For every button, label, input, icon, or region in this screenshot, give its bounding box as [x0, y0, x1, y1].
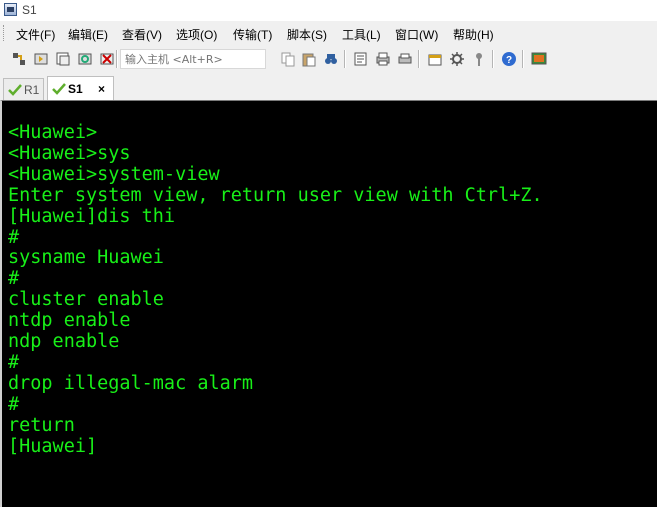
menu-file[interactable]: 文件(F)	[16, 26, 55, 43]
svg-text:?: ?	[506, 55, 512, 66]
menu-help[interactable]: 帮助(H)	[453, 26, 494, 43]
window-title: S1	[22, 3, 37, 17]
tab-s1[interactable]: S1 ×	[47, 76, 114, 100]
toolbar: ?	[0, 45, 657, 73]
print-screen-icon[interactable]	[396, 50, 414, 68]
terminal-line: #	[8, 226, 20, 248]
connected-check-icon	[52, 82, 66, 95]
menu-tools[interactable]: 工具(L)	[342, 26, 381, 43]
terminal-line: sysname Huawei	[8, 247, 164, 269]
connected-check-icon	[8, 83, 22, 96]
menu-view[interactable]: 查看(V)	[122, 26, 162, 43]
menu-bar: 文件(F) 编辑(E) 查看(V) 选项(O) 传输(T) 脚本(S) 工具(L…	[0, 21, 657, 45]
disconnect-icon[interactable]	[98, 50, 116, 68]
menu-edit[interactable]: 编辑(E)	[68, 26, 108, 43]
global-options-icon[interactable]	[448, 50, 466, 68]
app-window-icon[interactable]	[4, 3, 17, 16]
toolbar-separator	[492, 50, 494, 68]
menu-script[interactable]: 脚本(S)	[287, 26, 327, 43]
terminal-line: ndp enable	[8, 331, 120, 353]
copy-icon[interactable]	[279, 50, 297, 68]
terminal-line: [Huawei]	[8, 435, 98, 457]
find-icon[interactable]	[322, 50, 340, 68]
toolbar-separator	[344, 50, 346, 68]
print-icon[interactable]	[374, 50, 392, 68]
terminal-line: return	[8, 414, 75, 436]
quick-connect-icon[interactable]	[32, 50, 50, 68]
host-input[interactable]	[120, 49, 266, 69]
connect-tab-icon[interactable]	[54, 50, 72, 68]
toolbar-separator	[418, 50, 420, 68]
terminal-output[interactable]: <Huawei> <Huawei>sys <Huawei>system-view…	[8, 123, 653, 507]
terminal-line: ntdp enable	[8, 310, 131, 332]
session-tab-strip: R1 S1 ×	[0, 73, 657, 100]
session-options-icon[interactable]	[426, 50, 444, 68]
terminal-line: drop illegal-mac alarm	[8, 372, 254, 394]
terminal-line: <Huawei>system-view	[8, 163, 220, 185]
keymap-icon[interactable]	[470, 50, 488, 68]
terminal-line: <Huawei>	[8, 123, 98, 143]
tab-label: R1	[24, 82, 40, 97]
monitor-icon[interactable]	[530, 50, 548, 68]
terminal-line: Enter system view, return user view with…	[8, 184, 543, 206]
terminal-line: #	[8, 268, 20, 290]
tab-label: S1	[68, 81, 83, 96]
terminal-line: <Huawei>sys	[8, 142, 131, 164]
reconnect-icon[interactable]	[76, 50, 94, 68]
terminal-line: cluster enable	[8, 289, 164, 311]
menu-options[interactable]: 选项(O)	[176, 26, 217, 43]
terminal-line: [Huawei]dis thi	[8, 205, 176, 227]
terminal-line: #	[8, 393, 20, 415]
menu-grip[interactable]	[3, 25, 7, 41]
paste-icon[interactable]	[300, 50, 318, 68]
title-bar: S1	[0, 0, 657, 21]
tab-r1[interactable]: R1	[3, 78, 44, 100]
menu-window[interactable]: 窗口(W)	[395, 26, 438, 43]
terminal-line: #	[8, 351, 20, 373]
menu-transfer[interactable]: 传输(T)	[233, 26, 272, 43]
connect-icon[interactable]	[10, 50, 28, 68]
help-icon[interactable]: ?	[500, 50, 518, 68]
toolbar-separator	[116, 50, 118, 68]
print-setup-icon[interactable]	[352, 50, 370, 68]
toolbar-separator	[522, 50, 524, 68]
close-icon[interactable]: ×	[98, 82, 105, 96]
